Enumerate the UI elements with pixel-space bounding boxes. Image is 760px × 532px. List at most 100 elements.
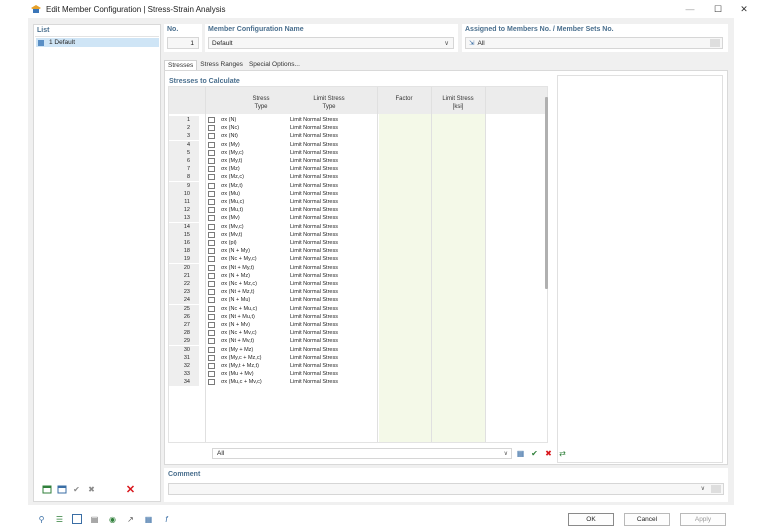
- row-checkbox[interactable]: [208, 223, 215, 230]
- limit-stress-type[interactable]: Limit Normal Stress: [290, 329, 338, 337]
- limit-stress-type[interactable]: Limit Normal Stress: [290, 296, 338, 304]
- row-checkbox[interactable]: [208, 141, 215, 148]
- table-row[interactable]: 28 σx (Nc + Mv,c) Limit Normal Stress: [169, 329, 547, 338]
- row-checkbox[interactable]: [208, 354, 215, 361]
- row-checkbox[interactable]: [208, 346, 215, 353]
- chevron-down-icon[interactable]: ∨: [701, 485, 705, 492]
- tab-special-options[interactable]: Special Options...: [246, 60, 303, 70]
- row-checkbox[interactable]: [208, 166, 215, 173]
- row-checkbox[interactable]: [208, 363, 215, 369]
- limit-stress-type[interactable]: Limit Normal Stress: [290, 378, 338, 386]
- table-row[interactable]: 3 σx (Nt) Limit Normal Stress: [169, 132, 547, 141]
- row-checkbox[interactable]: [208, 215, 215, 222]
- limit-stress-type[interactable]: Limit Normal Stress: [290, 149, 338, 157]
- row-checkbox[interactable]: [208, 125, 215, 132]
- delete-icon[interactable]: ✕: [125, 484, 136, 496]
- limit-stress-type[interactable]: Limit Normal Stress: [290, 313, 338, 321]
- deselect-all-icon[interactable]: ✖: [543, 448, 554, 459]
- table-row[interactable]: 12 σx (Mu,t) Limit Normal Stress: [169, 206, 547, 215]
- limit-stress-type[interactable]: Limit Normal Stress: [290, 272, 338, 280]
- table-row[interactable]: 32 σx (My,t + Mz,t) Limit Normal Stress: [169, 362, 547, 370]
- limit-stress-type[interactable]: Limit Normal Stress: [290, 255, 338, 263]
- table-row[interactable]: 27 σx (N + Mv) Limit Normal Stress: [169, 321, 547, 329]
- table-row[interactable]: 25 σx (Nc + Mu,c) Limit Normal Stress: [169, 304, 547, 313]
- row-checkbox[interactable]: [208, 149, 215, 156]
- table-row[interactable]: 14 σx (Mv,c) Limit Normal Stress: [169, 222, 547, 231]
- limit-stress-type[interactable]: Limit Normal Stress: [290, 346, 338, 354]
- table-row[interactable]: 6 σx (My,t) Limit Normal Stress: [169, 157, 547, 165]
- table-row[interactable]: 1 σx (N) Limit Normal Stress: [169, 116, 547, 124]
- limit-stress-type[interactable]: Limit Normal Stress: [290, 206, 338, 214]
- cancel-button[interactable]: Cancel: [624, 513, 670, 526]
- limit-stress-type[interactable]: Limit Normal Stress: [290, 198, 338, 206]
- row-checkbox[interactable]: [208, 322, 215, 328]
- limit-stress-type[interactable]: Limit Normal Stress: [290, 223, 338, 231]
- limit-stress-type[interactable]: Limit Normal Stress: [290, 280, 338, 288]
- row-checkbox[interactable]: [208, 272, 215, 279]
- limit-stress-type[interactable]: Limit Normal Stress: [290, 157, 338, 165]
- row-checkbox[interactable]: [208, 182, 215, 189]
- row-checkbox[interactable]: [208, 174, 215, 181]
- limit-stress-type[interactable]: Limit Normal Stress: [290, 239, 338, 247]
- tab-stresses[interactable]: Stresses: [164, 60, 198, 70]
- limit-stress-type[interactable]: Limit Normal Stress: [290, 116, 338, 124]
- chevron-down-icon[interactable]: ∨: [444, 39, 449, 47]
- limit-stress-type[interactable]: Limit Normal Stress: [290, 182, 338, 190]
- row-checkbox[interactable]: [208, 158, 215, 164]
- maximize-button[interactable]: ☐: [704, 0, 732, 18]
- table-row[interactable]: 33 σx (Mu + Mv) Limit Normal Stress: [169, 370, 547, 379]
- ok-button[interactable]: OK: [568, 513, 614, 526]
- decimal-places-icon[interactable]: ☰: [54, 514, 65, 525]
- limit-stress-type[interactable]: Limit Normal Stress: [290, 305, 338, 313]
- minimize-button[interactable]: —: [676, 0, 704, 18]
- new-item-icon[interactable]: [41, 484, 52, 495]
- comment-library-icon[interactable]: [711, 485, 721, 493]
- check-all-icon[interactable]: ✔: [71, 484, 82, 495]
- limit-stress-type[interactable]: Limit Normal Stress: [290, 354, 338, 362]
- row-checkbox[interactable]: [208, 133, 215, 140]
- table-row[interactable]: 7 σx (Mz) Limit Normal Stress: [169, 165, 547, 174]
- apply-button[interactable]: Apply: [680, 513, 726, 526]
- row-checkbox[interactable]: [208, 297, 215, 304]
- row-checkbox[interactable]: [208, 264, 215, 271]
- close-button[interactable]: ✕: [730, 0, 758, 18]
- units-icon[interactable]: [72, 514, 82, 524]
- table-row[interactable]: 30 σx (My + Mz) Limit Normal Stress: [169, 345, 547, 354]
- view-icon[interactable]: ◉: [107, 514, 118, 525]
- toggle-selection-icon[interactable]: ⇄: [557, 448, 568, 459]
- table-row[interactable]: 9 σx (Mz,t) Limit Normal Stress: [169, 181, 547, 190]
- table-row[interactable]: 13 σx (Mv) Limit Normal Stress: [169, 214, 547, 223]
- copy-item-icon[interactable]: [56, 484, 67, 495]
- table-row[interactable]: 29 σx (Nt + Mv,t) Limit Normal Stress: [169, 337, 547, 346]
- export-icon[interactable]: ↗: [125, 514, 136, 525]
- table-row[interactable]: 20 σx (Nt + My,t) Limit Normal Stress: [169, 263, 547, 272]
- row-checkbox[interactable]: [208, 305, 215, 312]
- table-row[interactable]: 34 σx (Mu,c + Mv,c) Limit Normal Stress: [169, 378, 547, 387]
- row-checkbox[interactable]: [208, 371, 215, 378]
- table-row[interactable]: 31 σx (My,c + Mz,c) Limit Normal Stress: [169, 353, 547, 362]
- row-checkbox[interactable]: [208, 379, 215, 386]
- limit-stress-type[interactable]: Limit Normal Stress: [290, 362, 338, 370]
- row-checkbox[interactable]: [208, 117, 215, 123]
- table-settings-icon[interactable]: ▦: [515, 448, 526, 459]
- row-checkbox[interactable]: [208, 240, 215, 246]
- limit-stress-type[interactable]: Limit Normal Stress: [290, 132, 338, 140]
- table-row[interactable]: 4 σx (My) Limit Normal Stress: [169, 140, 547, 149]
- table-row[interactable]: 5 σx (My,c) Limit Normal Stress: [169, 148, 547, 157]
- limit-stress-type[interactable]: Limit Normal Stress: [290, 264, 338, 272]
- name-field[interactable]: Default ∨: [208, 37, 454, 49]
- table-row[interactable]: 10 σx (Mu) Limit Normal Stress: [169, 189, 547, 198]
- row-checkbox[interactable]: [208, 313, 215, 320]
- table-row[interactable]: 19 σx (Nc + My,c) Limit Normal Stress: [169, 255, 547, 264]
- table-row[interactable]: 18 σx (N + My) Limit Normal Stress: [169, 247, 547, 256]
- table-row[interactable]: 8 σx (Mz,c) Limit Normal Stress: [169, 173, 547, 182]
- row-checkbox[interactable]: [208, 338, 215, 345]
- comment-field[interactable]: ∨: [168, 483, 724, 495]
- row-checkbox[interactable]: [208, 289, 215, 296]
- limit-stress-type[interactable]: Limit Normal Stress: [290, 337, 338, 345]
- table-row[interactable]: 26 σx (Nt + Mu,t) Limit Normal Stress: [169, 312, 547, 321]
- limit-stress-type[interactable]: Limit Normal Stress: [290, 214, 338, 222]
- limit-stress-type[interactable]: Limit Normal Stress: [290, 370, 338, 378]
- limit-stress-type[interactable]: Limit Normal Stress: [290, 124, 338, 132]
- table-row[interactable]: 24 σx (N + Mu) Limit Normal Stress: [169, 296, 547, 305]
